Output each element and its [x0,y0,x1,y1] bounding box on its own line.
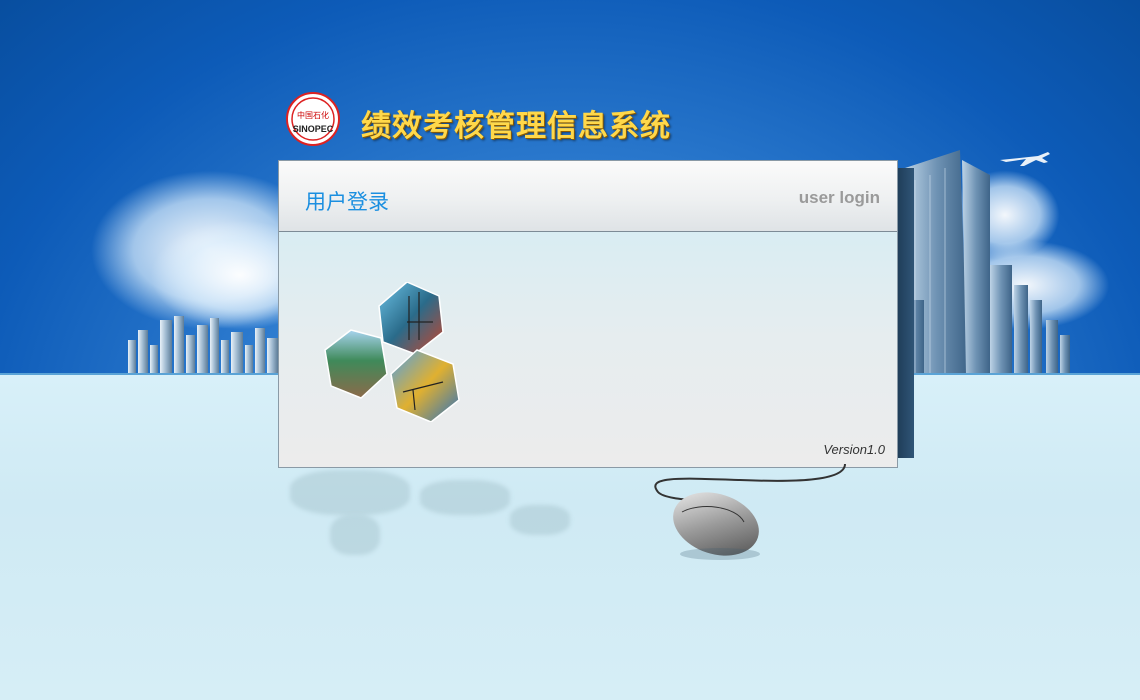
oil-industry-hexagons-icon [324,282,460,422]
login-title: 用户登录 [305,190,389,214]
login-subtitle: user login [798,188,880,207]
panel-side-shadow [896,168,914,458]
sinopec-logo-icon: 中国石化 SINOPEC [286,92,340,146]
logo-en-text: SINOPEC [293,124,334,134]
logo-cn-text: 中国石化 [297,110,329,120]
map-continent-1 [290,470,410,515]
login-panel: 用户登录 user login Version1.0 [278,160,898,468]
app-title: 绩效考核管理信息系统 [361,109,671,144]
computer-mouse-icon [654,463,846,560]
airplane-icon [1000,152,1050,166]
version-label: Version1.0 [823,442,885,457]
map-continent-2 [420,480,510,515]
login-panel-body: Version1.0 [279,232,897,467]
login-panel-header: 用户登录 user login [279,161,897,232]
map-continent-3 [510,505,570,535]
map-continent-4 [330,515,380,555]
